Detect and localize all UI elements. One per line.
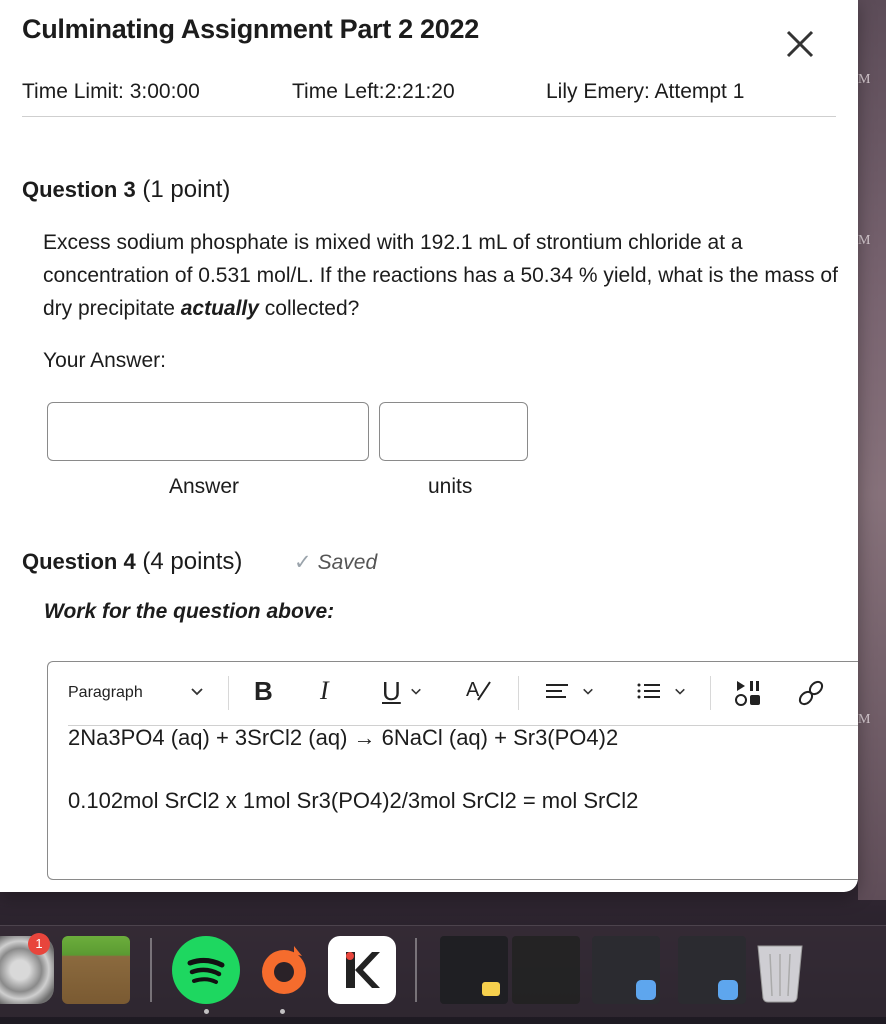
close-button[interactable] [782, 26, 818, 62]
desktop-background-strip [858, 0, 886, 900]
link-icon[interactable] [796, 678, 826, 713]
running-indicator [280, 1009, 285, 1014]
question-text-part: collected? [258, 297, 360, 320]
chevron-down-icon[interactable] [410, 684, 422, 702]
paragraph-format-select[interactable]: Paragraph [68, 684, 143, 702]
editor-line: 0.102mol SrCl2 x 1mol Sr3(PO4)2/3mol SrC… [68, 788, 639, 813]
trash-icon[interactable] [752, 936, 820, 1004]
editor-line: 2Na3PO4 (aq) + 3SrCl2 (aq) → 6NaCl (aq) … [68, 725, 619, 750]
close-icon [786, 30, 814, 58]
finder-window-icon-2[interactable] [678, 936, 746, 1004]
units-field-label: units [428, 475, 473, 498]
saved-status: ✓ Saved [294, 550, 377, 575]
question-3-text: Excess sodium phosphate is mixed with 19… [43, 226, 843, 325]
your-answer-label: Your Answer: [43, 349, 166, 372]
italic-button[interactable]: I [320, 676, 329, 706]
running-indicator [204, 1009, 209, 1014]
dock-divider [415, 938, 417, 1002]
quiz-dialog: Culminating Assignment Part 2 2022 Time … [0, 0, 858, 892]
list-icon[interactable] [636, 680, 662, 709]
underline-button[interactable]: U [382, 676, 401, 707]
question-3-points: (1 point) [142, 176, 231, 203]
insert-media-icon[interactable] [734, 678, 764, 713]
kahoot-icon[interactable] [328, 936, 396, 1004]
dialog-title: Culminating Assignment Part 2 2022 [22, 14, 479, 44]
time-left: Time Left:2:21:20 [292, 80, 455, 103]
finder-window-icon[interactable] [592, 936, 660, 1004]
time-limit: Time Limit: 3:00:00 [22, 80, 200, 103]
header-divider [22, 116, 836, 117]
svg-text:A: A [466, 679, 480, 701]
question-3-number: Question 3 [22, 177, 136, 202]
chevron-down-icon[interactable] [582, 684, 594, 702]
answer-input[interactable] [47, 402, 369, 461]
chevron-down-icon[interactable] [190, 684, 204, 703]
saved-label: Saved [317, 551, 378, 574]
background-letter: M [858, 72, 871, 87]
answer-field-label: Answer [169, 475, 240, 498]
units-input[interactable] [379, 402, 528, 461]
background-letter: M [858, 712, 871, 727]
origin-icon[interactable] [250, 936, 318, 1004]
question-3-heading: Question 3 (1 point) [22, 176, 230, 204]
question-text-part: Excess sodium phosphate is mixed with 19… [43, 231, 838, 320]
notification-badge: 1 [28, 933, 50, 955]
question-text-emphasis: actually [180, 297, 259, 320]
paragraph-format-label: Paragraph [68, 684, 143, 701]
work-label: Work for the question above: [44, 600, 335, 623]
question-4-heading: Question 4 (4 points) [22, 548, 242, 576]
toolbar-divider [518, 676, 519, 710]
toolbar-divider [710, 676, 711, 710]
editor-toolbar: Paragraph B I U A [48, 662, 858, 726]
bold-button[interactable]: B [254, 676, 273, 707]
font-color-icon[interactable]: A [464, 676, 492, 709]
check-icon: ✓ [294, 551, 312, 574]
dock-divider [150, 938, 152, 1002]
align-icon[interactable] [544, 680, 570, 709]
question-4-points: (4 points) [142, 548, 243, 575]
notes-window-icon[interactable] [440, 936, 508, 1004]
attempt-info: Lily Emery: Attempt 1 [546, 80, 745, 103]
spotify-icon[interactable] [172, 936, 240, 1004]
rich-text-editor[interactable]: Paragraph B I U A 2Na3PO4 (aq) + 3SrCl2 … [47, 661, 858, 880]
background-letter: M [858, 233, 871, 248]
chevron-down-icon[interactable] [674, 684, 686, 702]
terminal-window-icon[interactable] [512, 936, 580, 1004]
toolbar-divider [228, 676, 229, 710]
minecraft-icon[interactable] [62, 936, 130, 1004]
question-4-number: Question 4 [22, 549, 136, 574]
